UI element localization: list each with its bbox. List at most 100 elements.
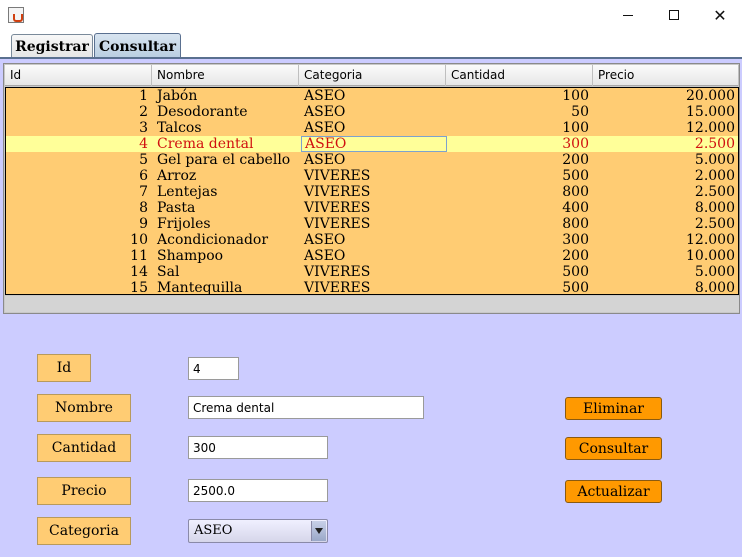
cell-nombre[interactable]: Gel para el cabello — [154, 152, 300, 168]
cell-id[interactable]: 7 — [6, 184, 151, 200]
cantidad-field[interactable] — [188, 436, 328, 459]
column-header-cantidad[interactable]: Cantidad — [446, 65, 593, 86]
table-row[interactable]: 6 Arroz VIVERES 500 2.000 — [6, 168, 738, 184]
cell-nombre[interactable]: Desodorante — [154, 104, 300, 120]
cell-categoria[interactable]: ASEO — [301, 152, 447, 168]
tab-registrar[interactable]: Registrar — [11, 34, 93, 59]
cell-nombre[interactable]: Mantequilla — [154, 280, 300, 294]
cell-categoria[interactable]: VIVERES — [301, 200, 447, 216]
table-row[interactable]: 1 Jabón ASEO 100 20.000 — [6, 88, 738, 104]
chevron-down-icon[interactable] — [311, 521, 326, 541]
cell-nombre[interactable]: Lentejas — [154, 184, 300, 200]
cell-precio[interactable]: 2.000 — [595, 168, 738, 184]
cell-cantidad[interactable]: 100 — [448, 120, 592, 136]
consultar-button[interactable]: Consultar — [565, 437, 662, 460]
cell-precio[interactable]: 12.000 — [595, 120, 738, 136]
table-row[interactable]: 10 Acondicionador ASEO 300 12.000 — [6, 232, 738, 248]
cell-nombre[interactable]: Jabón — [154, 88, 300, 104]
cell-categoria[interactable]: VIVERES — [301, 168, 447, 184]
table-row[interactable]: 8 Pasta VIVERES 400 8.000 — [6, 200, 738, 216]
cell-id[interactable]: 2 — [6, 104, 151, 120]
cell-categoria[interactable]: VIVERES — [301, 280, 447, 294]
maximize-button[interactable] — [651, 0, 697, 30]
cell-precio[interactable]: 8.000 — [595, 200, 738, 216]
cell-nombre[interactable]: Talcos — [154, 120, 300, 136]
cell-categoria[interactable]: VIVERES — [301, 264, 447, 280]
cell-nombre[interactable]: Frijoles — [154, 216, 300, 232]
table-row[interactable]: 5 Gel para el cabello ASEO 200 5.000 — [6, 152, 738, 168]
cell-precio[interactable]: 10.000 — [595, 248, 738, 264]
cell-id[interactable]: 9 — [6, 216, 151, 232]
cell-nombre[interactable]: Sal — [154, 264, 300, 280]
column-header-id[interactable]: Id — [5, 65, 152, 86]
cell-id[interactable]: 11 — [6, 248, 151, 264]
cell-id[interactable]: 3 — [6, 120, 151, 136]
cell-precio[interactable]: 2.500 — [595, 184, 738, 200]
nombre-field[interactable] — [188, 396, 424, 419]
table-row[interactable]: 14 Sal VIVERES 500 5.000 — [6, 264, 738, 280]
table-horizontal-scrollbar[interactable] — [5, 296, 739, 312]
cell-precio[interactable]: 5.000 — [595, 152, 738, 168]
cell-nombre[interactable]: Pasta — [154, 200, 300, 216]
cell-categoria[interactable]: ASEO — [301, 248, 447, 264]
cell-cantidad[interactable]: 800 — [448, 216, 592, 232]
cell-cantidad[interactable]: 500 — [448, 280, 592, 294]
cell-id[interactable]: 10 — [6, 232, 151, 248]
close-button[interactable]: ✕ — [697, 0, 742, 30]
cell-id[interactable]: 8 — [6, 200, 151, 216]
precio-field[interactable] — [188, 479, 328, 502]
cell-cantidad[interactable]: 300 — [448, 232, 592, 248]
cell-cantidad[interactable]: 400 — [448, 200, 592, 216]
cell-cantidad[interactable]: 200 — [448, 248, 592, 264]
cell-id[interactable]: 6 — [6, 168, 151, 184]
cell-categoria[interactable]: ASEO — [301, 232, 447, 248]
tab-consultar[interactable]: Consultar — [94, 33, 181, 59]
actualizar-button[interactable]: Actualizar — [565, 480, 662, 503]
column-header-categoria[interactable]: Categoria — [299, 65, 446, 86]
table-row[interactable]: 7 Lentejas VIVERES 800 2.500 — [6, 184, 738, 200]
cell-cantidad[interactable]: 300 — [448, 136, 592, 152]
cell-cantidad[interactable]: 100 — [448, 88, 592, 104]
cell-precio[interactable]: 20.000 — [595, 88, 738, 104]
cell-precio[interactable]: 2.500 — [595, 216, 738, 232]
table-row[interactable]: 9 Frijoles VIVERES 800 2.500 — [6, 216, 738, 232]
cell-cantidad[interactable]: 200 — [448, 152, 592, 168]
cell-cantidad[interactable]: 800 — [448, 184, 592, 200]
cell-nombre[interactable]: Arroz — [154, 168, 300, 184]
cell-nombre[interactable]: Acondicionador — [154, 232, 300, 248]
cell-id[interactable]: 1 — [6, 88, 151, 104]
tab-divider — [0, 57, 742, 59]
column-header-precio[interactable]: Precio — [593, 65, 739, 86]
cell-id[interactable]: 5 — [6, 152, 151, 168]
eliminar-button[interactable]: Eliminar — [565, 397, 662, 420]
cell-categoria[interactable]: ASEO — [301, 120, 447, 136]
cell-nombre[interactable]: Shampoo — [154, 248, 300, 264]
table-row[interactable]: 2 Desodorante ASEO 50 15.000 — [6, 104, 738, 120]
table-row[interactable]: 11 Shampoo ASEO 200 10.000 — [6, 248, 738, 264]
table-row[interactable]: 15 Mantequilla VIVERES 500 8.000 — [6, 280, 738, 294]
id-field[interactable] — [188, 357, 239, 380]
cell-precio[interactable]: 12.000 — [595, 232, 738, 248]
cell-cantidad[interactable]: 50 — [448, 104, 592, 120]
java-icon[interactable] — [8, 7, 24, 23]
cell-categoria[interactable]: VIVERES — [301, 216, 447, 232]
cell-categoria[interactable]: ASEO — [301, 136, 447, 152]
cell-precio[interactable]: 5.000 — [595, 264, 738, 280]
cell-categoria[interactable]: ASEO — [301, 88, 447, 104]
cell-cantidad[interactable]: 500 — [448, 168, 592, 184]
table-row[interactable]: 3 Talcos ASEO 100 12.000 — [6, 120, 738, 136]
cell-cantidad[interactable]: 500 — [448, 264, 592, 280]
cell-precio[interactable]: 8.000 — [595, 280, 738, 294]
cell-nombre[interactable]: Crema dental — [154, 136, 300, 152]
cell-categoria[interactable]: ASEO — [301, 104, 447, 120]
cell-categoria[interactable]: VIVERES — [301, 184, 447, 200]
cell-precio[interactable]: 2.500 — [595, 136, 738, 152]
categoria-select[interactable]: ASEO — [188, 519, 328, 543]
cell-precio[interactable]: 15.000 — [595, 104, 738, 120]
cell-id[interactable]: 15 — [6, 280, 151, 294]
cell-id[interactable]: 14 — [6, 264, 151, 280]
cell-id[interactable]: 4 — [6, 136, 151, 152]
column-header-nombre[interactable]: Nombre — [152, 65, 299, 86]
table-row[interactable]: 4 Crema dental ASEO 300 2.500 — [6, 136, 738, 152]
minimize-button[interactable] — [605, 0, 651, 30]
